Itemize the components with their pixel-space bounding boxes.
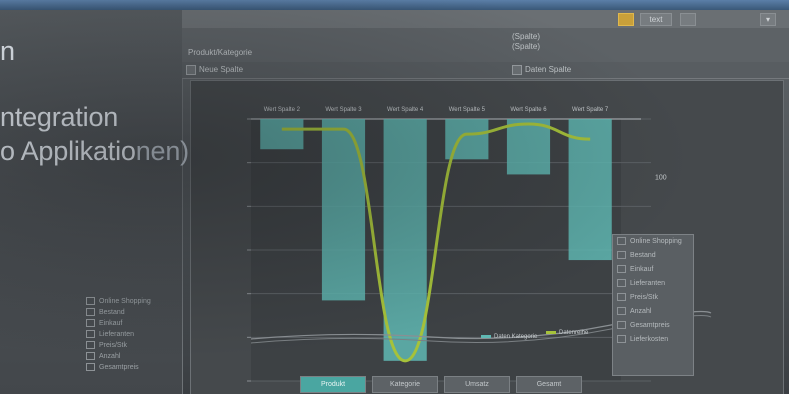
header-column-a[interactable]: (Spalte) xyxy=(512,32,540,42)
toolbar-text-button[interactable]: text xyxy=(640,13,672,26)
checkbox[interactable] xyxy=(512,65,522,75)
legend-label: Preis/Stk xyxy=(630,294,659,301)
title-spacer xyxy=(0,68,189,100)
legend-item[interactable]: Lieferanten xyxy=(613,277,693,291)
field-checkbox[interactable] xyxy=(86,319,95,328)
legend-item[interactable]: Lieferkosten xyxy=(613,333,693,347)
toolbar: text ▾ xyxy=(182,10,789,29)
legend-checkbox[interactable] xyxy=(617,265,626,274)
legend-checkbox[interactable] xyxy=(617,307,626,316)
window-titlebar xyxy=(0,0,789,10)
slide-title-overlay: n ntegration o Applikationen) xyxy=(0,34,189,168)
legend-checkbox[interactable] xyxy=(617,279,626,288)
filter-right[interactable]: Daten Spalte xyxy=(512,65,571,75)
legend-checkbox[interactable] xyxy=(617,293,626,302)
title-line-1: n xyxy=(0,36,15,66)
top-category-label: Wert Spalte 5 xyxy=(449,107,486,113)
field-list-item[interactable]: Online Shopping xyxy=(82,296,182,307)
sheet-tab[interactable]: Gesamt xyxy=(516,376,582,393)
field-list-item[interactable]: Preis/Stk xyxy=(82,340,182,351)
sheet-tabs: Produkt Kategorie Umsatz Gesamt xyxy=(300,374,620,394)
header-product-category[interactable]: Produkt/Kategorie xyxy=(188,48,252,58)
field-list-item[interactable]: Lieferanten xyxy=(82,329,182,340)
title-line-3: o Applikationen) xyxy=(0,136,189,166)
bar xyxy=(383,119,427,361)
field-label: Gesamtpreis xyxy=(99,364,139,371)
legend-checkbox[interactable] xyxy=(617,237,626,246)
screenshot-stage: text ▾ Produkt/Kategorie (Spalte) (Spalt… xyxy=(0,0,789,394)
field-label: Online Shopping xyxy=(99,298,151,305)
bar-line-chart: Wert Spalte 2 Wert Spalte 3 Wert Spalte 4 W… xyxy=(247,107,712,382)
toolbar-icon-button[interactable] xyxy=(618,13,634,26)
field-label: Anzahl xyxy=(99,353,121,360)
filter-left[interactable]: Neue Spalte xyxy=(186,65,243,75)
field-list-item[interactable]: Anzahl xyxy=(82,351,182,362)
right-axis-tick: 100 xyxy=(655,174,667,181)
chart-legend: Online Shopping Bestand Einkauf Lieferanten… xyxy=(612,234,694,376)
bar xyxy=(260,119,304,150)
legend-item[interactable]: Gesamtpreis xyxy=(613,319,693,333)
field-checkbox[interactable] xyxy=(86,308,95,317)
top-category-label: Wert Spalte 2 xyxy=(264,107,301,113)
field-list-item[interactable]: Bestand xyxy=(82,307,182,318)
legend-label: Bestand xyxy=(630,252,656,259)
sheet-tab[interactable]: Kategorie xyxy=(372,376,438,393)
field-list-item[interactable]: Gesamtpreis xyxy=(82,362,182,373)
header-column-b[interactable]: (Spalte) xyxy=(512,42,540,52)
legend-checkbox[interactable] xyxy=(617,321,626,330)
legend-item[interactable]: Preis/Stk xyxy=(613,291,693,305)
top-category-label: Wert Spalte 4 xyxy=(387,107,424,113)
bar xyxy=(568,119,612,261)
column-header-row: Produkt/Kategorie (Spalte) (Spalte) xyxy=(182,28,789,63)
legend-label: Lieferkosten xyxy=(630,336,669,343)
top-category-label: Wert Spalte 6 xyxy=(510,107,547,113)
bar xyxy=(321,119,366,301)
legend-item[interactable]: Bestand xyxy=(613,249,693,263)
field-label: Preis/Stk xyxy=(99,342,128,349)
field-label: Lieferanten xyxy=(99,331,135,338)
field-checkbox[interactable] xyxy=(86,341,95,350)
sheet-tab[interactable]: Produkt xyxy=(300,376,366,393)
legend-series-label: Datenreihe xyxy=(559,330,589,336)
bar xyxy=(506,119,551,175)
field-list: Online Shopping Bestand Einkauf Lieferanten… xyxy=(82,296,182,373)
legend-checkbox[interactable] xyxy=(617,251,626,260)
chart-pane: Wert Spalte 2 Wert Spalte 3 Wert Spalte 4 W… xyxy=(190,80,784,394)
sheet-tab[interactable]: Umsatz xyxy=(444,376,510,393)
legend-series-label: Daten Kategorie xyxy=(494,334,538,340)
legend-label: Gesamtpreis xyxy=(630,322,670,329)
toolbar-small-button[interactable] xyxy=(680,13,696,26)
field-list-item[interactable]: Einkauf xyxy=(82,318,182,329)
field-label: Bestand xyxy=(99,309,125,316)
field-checkbox[interactable] xyxy=(86,297,95,306)
field-checkbox[interactable] xyxy=(86,363,95,372)
legend-label: Online Shopping xyxy=(630,238,682,245)
top-category-label: Wert Spalte 7 xyxy=(572,107,609,113)
legend-item[interactable]: Online Shopping xyxy=(613,235,693,249)
filter-row: Neue Spalte Daten Spalte xyxy=(182,62,789,79)
legend-label: Anzahl xyxy=(630,308,652,315)
legend-swatch-bar xyxy=(481,335,491,338)
legend-swatch-line xyxy=(546,331,556,334)
legend-item[interactable]: Einkauf xyxy=(613,263,693,277)
field-checkbox[interactable] xyxy=(86,352,95,361)
legend-item[interactable]: Anzahl xyxy=(613,305,693,319)
field-checkbox[interactable] xyxy=(86,330,95,339)
legend-label: Lieferanten xyxy=(630,280,666,287)
top-category-label: Wert Spalte 3 xyxy=(325,107,362,113)
legend-label: Einkauf xyxy=(630,266,654,273)
title-line-2: ntegration xyxy=(0,102,119,132)
field-label: Einkauf xyxy=(99,320,123,327)
legend-checkbox[interactable] xyxy=(617,335,626,344)
toolbar-dropdown-button[interactable]: ▾ xyxy=(760,13,776,26)
